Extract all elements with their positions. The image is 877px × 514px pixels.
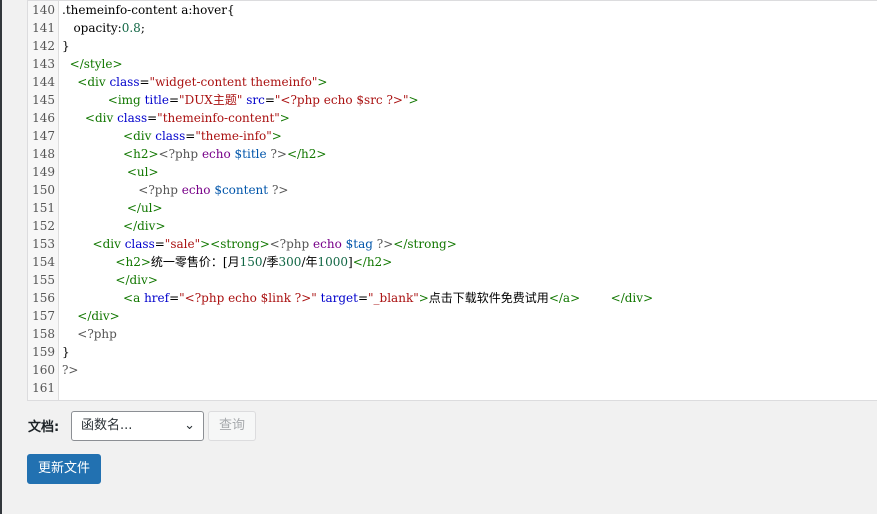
line-code: opacity:0.8; [62, 21, 145, 35]
line-code: <a href="<?php echo $link ?>" target="_b… [123, 291, 654, 305]
line-code: <h2><?php echo $title ?></h2> [123, 147, 327, 161]
admin-sidebar-edge [0, 0, 27, 514]
line-number: 151 [32, 201, 55, 215]
update-file-button[interactable]: 更新文件 [27, 454, 101, 484]
line-number: 160 [32, 363, 55, 377]
line-code: </div> [77, 309, 120, 323]
line-code: <ul> [126, 165, 159, 179]
line-code: <img title="DUX主题" src="<?php echo $src … [107, 93, 419, 107]
line-number: 148 [32, 147, 55, 161]
line-number: 144 [32, 75, 55, 89]
line-number: 150 [32, 183, 55, 197]
chevron-down-icon: ⌄ [184, 418, 195, 433]
line-code: .themeinfo-content a:hover{ [62, 3, 235, 17]
line-number: 155 [32, 273, 55, 287]
line-code: ?> [62, 363, 79, 377]
line-code: <div class="theme-info"> [123, 129, 282, 143]
line-code: </div> [115, 273, 158, 287]
code-editor[interactable]: 140 .themeinfo-content a:hover{ 141 opacit… [27, 0, 877, 401]
line-code: <?php echo $content ?> [138, 183, 289, 197]
function-name-select[interactable]: 函数名... ⌄ [71, 411, 204, 441]
line-number: 159 [32, 345, 55, 359]
line-code: <div class="themeinfo-content"> [84, 111, 290, 125]
line-number: 152 [32, 219, 55, 233]
line-number: 145 [32, 93, 55, 107]
line-number: 147 [32, 129, 55, 143]
line-number: 149 [32, 165, 55, 179]
line-code: } [62, 345, 70, 359]
line-number: 140 [32, 3, 55, 17]
line-code: </ul> [126, 201, 163, 215]
line-code: <div class="widget-content themeinfo"> [77, 75, 328, 89]
line-code: <?php [77, 327, 117, 341]
line-number: 156 [32, 291, 55, 305]
line-number: 158 [32, 327, 55, 341]
documentation-label: 文档: [28, 420, 60, 435]
line-number: 153 [32, 237, 55, 251]
line-number: 157 [32, 309, 55, 323]
lookup-button[interactable]: 查询 [208, 411, 256, 441]
function-name-select-value: 函数名... [81, 418, 133, 433]
line-code: } [62, 39, 70, 53]
line-number: 154 [32, 255, 55, 269]
line-number: 161 [32, 381, 55, 395]
line-code: <div class="sale"><strong><?php echo $ta… [92, 237, 457, 251]
line-number: 146 [32, 111, 55, 125]
line-number: 141 [32, 21, 55, 35]
line-code: <h2>统一零售价：[月150/季300/年1000]</h2> [115, 255, 393, 269]
line-code: </div> [123, 219, 166, 233]
line-number: 142 [32, 39, 55, 53]
line-code: </style> [69, 57, 123, 71]
admin-sidebar-border [0, 0, 2, 514]
line-number: 143 [32, 57, 55, 71]
